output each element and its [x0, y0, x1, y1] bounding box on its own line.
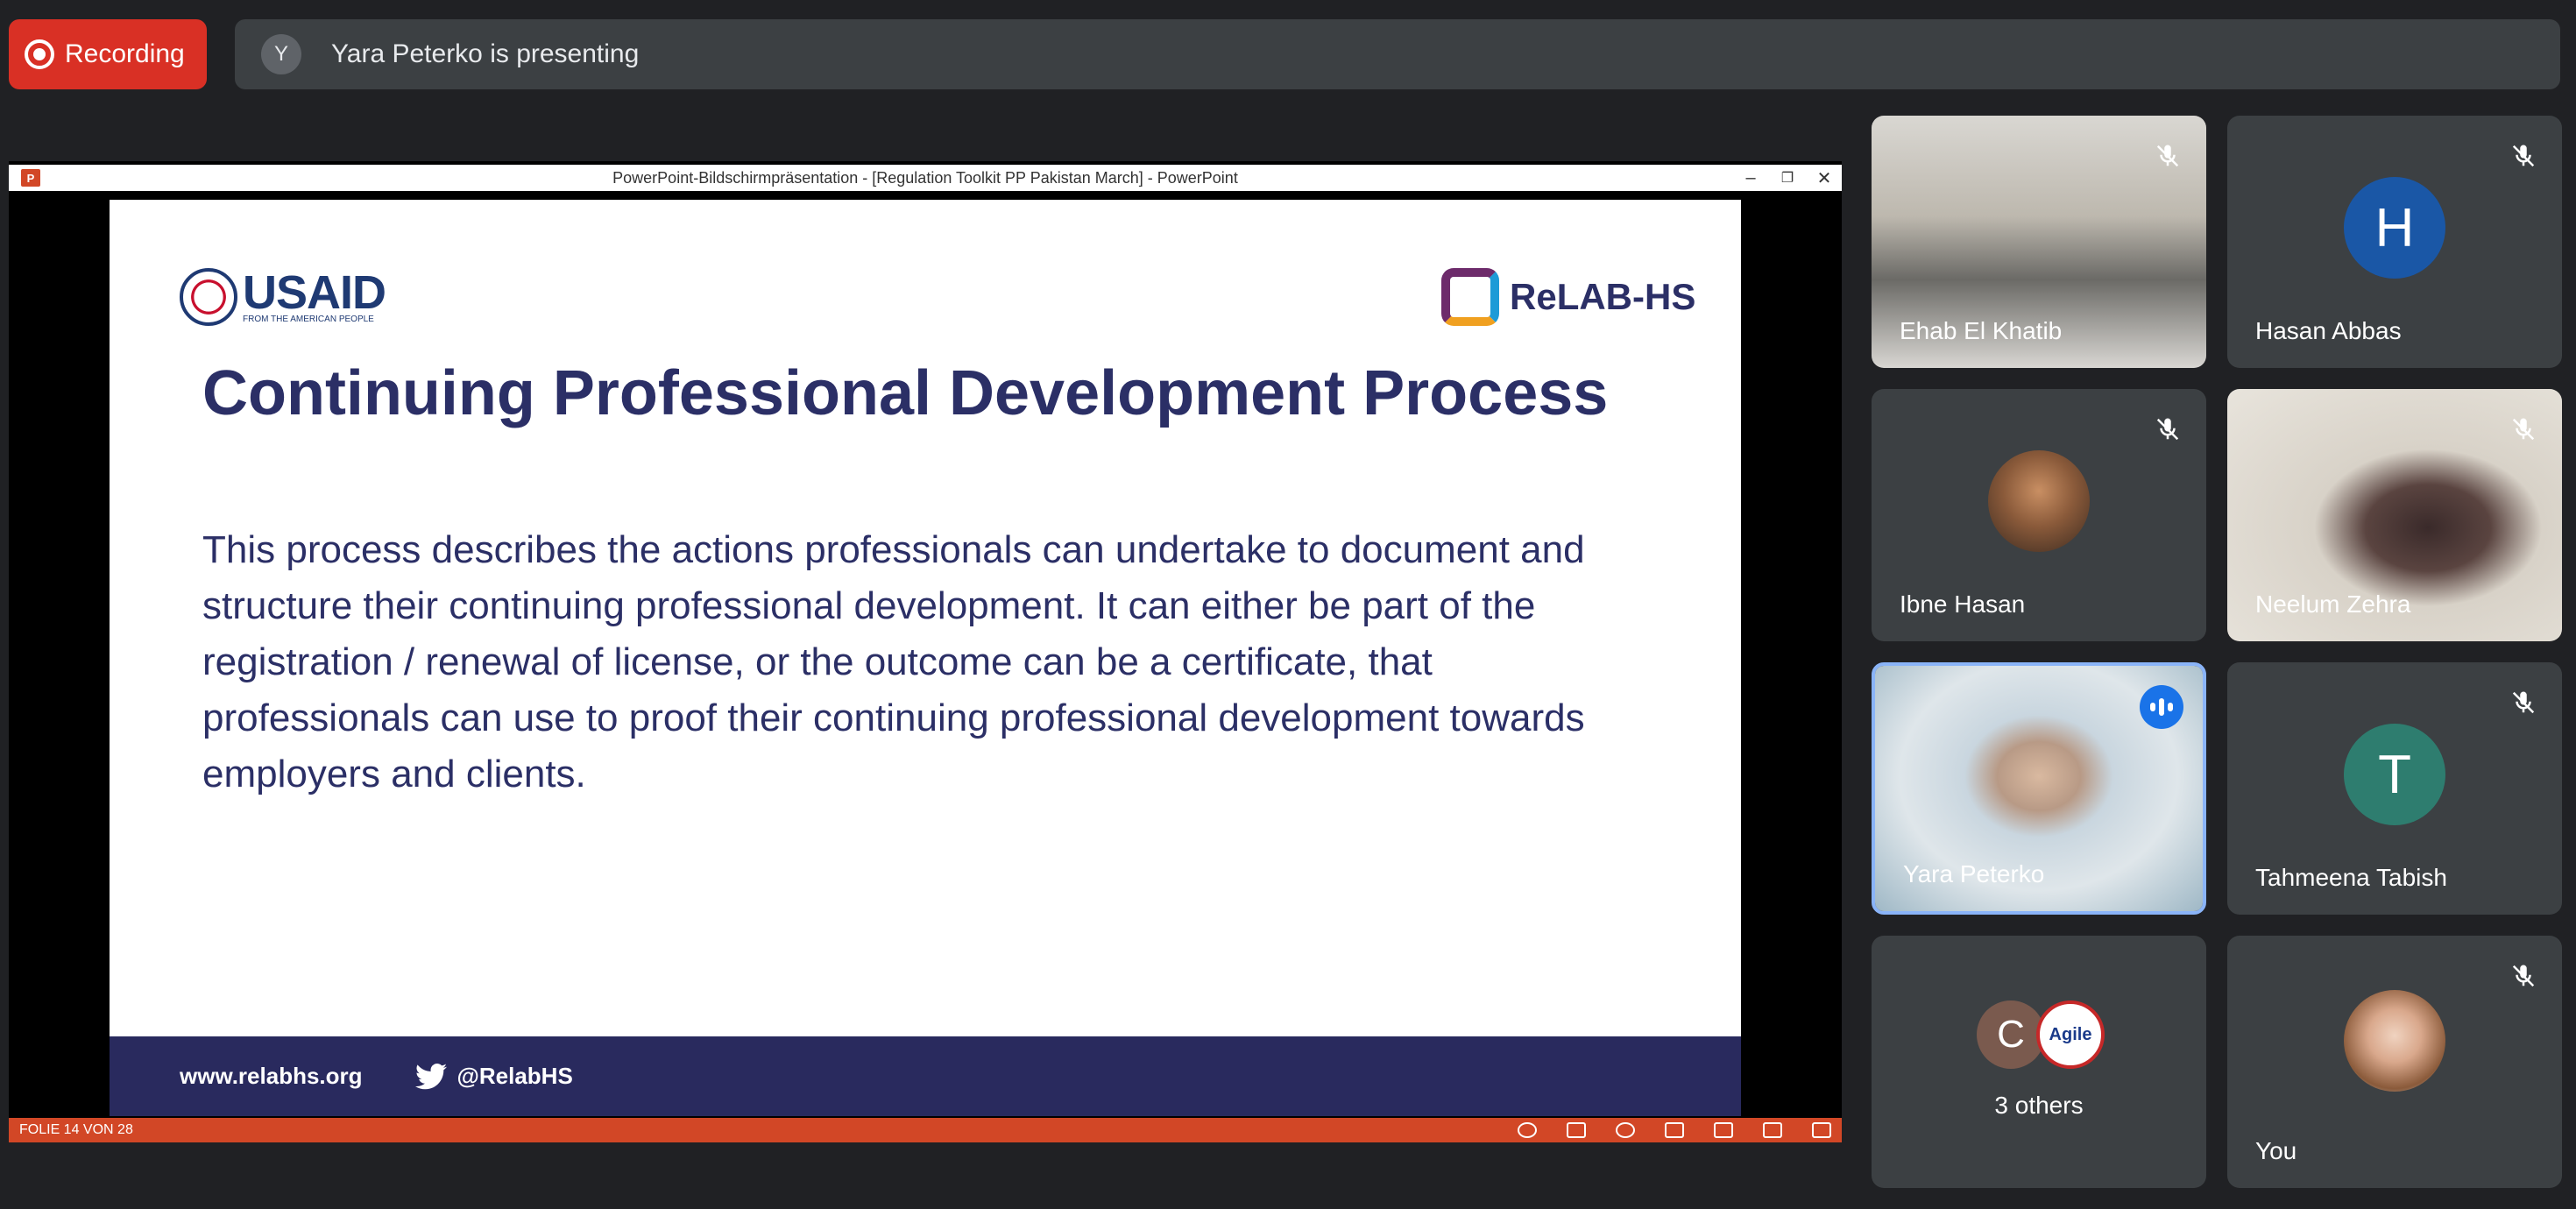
meet-window: Recording Y Yara Peterko is presenting P…	[0, 0, 2576, 1209]
relab-mark-icon	[1441, 268, 1499, 326]
participant-name: Hasan Abbas	[2255, 317, 2402, 344]
restore-icon[interactable]: ❐	[1772, 165, 1803, 191]
slide: USAID FROM THE AMERICAN PEOPLE ReLAB-HS …	[110, 200, 1741, 1116]
reading-view-icon[interactable]	[1763, 1122, 1782, 1138]
mic-off-icon	[2148, 137, 2187, 175]
previous-slide-icon[interactable]	[1518, 1122, 1537, 1138]
relab-logo-text: ReLAB-HS	[1510, 276, 1696, 317]
usaid-logo-subtext: FROM THE AMERICAN PEOPLE	[243, 314, 374, 324]
usaid-logo-text: USAID	[243, 265, 386, 319]
participant-name: Ibne Hasan	[1900, 590, 2026, 618]
participant-name: Yara Peterko	[1903, 860, 2045, 887]
footer-twitter-handle: @RelabHS	[456, 1063, 573, 1089]
slide-body: This process describes the actions profe…	[202, 528, 1585, 795]
recording-button[interactable]: Recording	[9, 19, 207, 89]
participant-avatar: T	[2344, 724, 2445, 825]
recording-label: Recording	[65, 39, 185, 68]
mic-off-icon	[2504, 137, 2543, 175]
usaid-logo: USAID FROM THE AMERICAN PEOPLE	[180, 268, 386, 326]
participant-avatar: C	[1977, 1000, 2045, 1069]
slide-footer: www.relabhs.org @RelabHS	[110, 1036, 1741, 1116]
participant-name: You	[2255, 1137, 2297, 1164]
participant-avatar: H	[2344, 177, 2445, 279]
others-count: 3 others	[1994, 1092, 2084, 1119]
presenting-text: Yara Peterko is presenting	[331, 39, 640, 68]
slide-sorter-icon[interactable]	[1714, 1122, 1733, 1138]
participant-name: Neelum Zehra	[2255, 590, 2411, 618]
slideshow-icon[interactable]	[1812, 1122, 1831, 1138]
presenting-banner: Y Yara Peterko is presenting	[235, 19, 2560, 89]
participant-tile-yara[interactable]: Yara Peterko	[1872, 662, 2206, 915]
speaking-indicator-icon	[2140, 685, 2183, 729]
normal-view-icon[interactable]	[1665, 1122, 1684, 1138]
next-slide-icon[interactable]	[1616, 1122, 1635, 1138]
footer-twitter: @RelabHS	[414, 1063, 573, 1090]
powerpoint-titlebar: P PowerPoint-Bildschirmpräsentation - [R…	[9, 165, 1842, 191]
slide-title: Continuing Professional Development Proc…	[202, 358, 1609, 428]
mic-off-icon	[2504, 410, 2543, 449]
mic-off-icon	[2148, 410, 2187, 449]
participant-avatar	[2344, 990, 2445, 1092]
close-icon[interactable]: ✕	[1808, 165, 1840, 191]
participant-tile-neelum[interactable]: Neelum Zehra	[2227, 389, 2562, 641]
mic-off-icon	[2504, 957, 2543, 995]
participant-tile-others[interactable]: C Agile 3 others	[1872, 936, 2206, 1188]
twitter-icon	[414, 1063, 447, 1089]
minimize-icon[interactable]: –	[1735, 165, 1766, 191]
presenter-avatar: Y	[261, 34, 301, 74]
participant-avatar	[1988, 450, 2090, 552]
agile-logo-avatar: Agile	[2036, 1000, 2105, 1069]
participant-name: Tahmeena Tabish	[2255, 864, 2447, 891]
participant-tile-ehab[interactable]: Ehab El Khatib	[1872, 116, 2206, 368]
record-icon	[25, 39, 54, 69]
shared-screen: P PowerPoint-Bildschirmpräsentation - [R…	[9, 161, 1842, 1142]
usaid-seal-icon	[180, 268, 237, 326]
notes-icon[interactable]	[1567, 1122, 1586, 1138]
mic-off-icon	[2504, 683, 2543, 722]
powerpoint-statusbar: FOLIE 14 VON 28	[9, 1118, 1842, 1142]
footer-url: www.relabhs.org	[180, 1063, 363, 1089]
participant-name: Ehab El Khatib	[1900, 317, 2063, 344]
participant-tile-ibne[interactable]: Ibne Hasan	[1872, 389, 2206, 641]
relab-logo: ReLAB-HS	[1441, 268, 1695, 326]
participant-tile-hasan[interactable]: H Hasan Abbas	[2227, 116, 2562, 368]
slide-counter: FOLIE 14 VON 28	[19, 1122, 133, 1137]
participant-tile-you[interactable]: You	[2227, 936, 2562, 1188]
participant-tile-tahmeena[interactable]: T Tahmeena Tabish	[2227, 662, 2562, 915]
window-title: PowerPoint-Bildschirmpräsentation - [Reg…	[612, 168, 1238, 187]
